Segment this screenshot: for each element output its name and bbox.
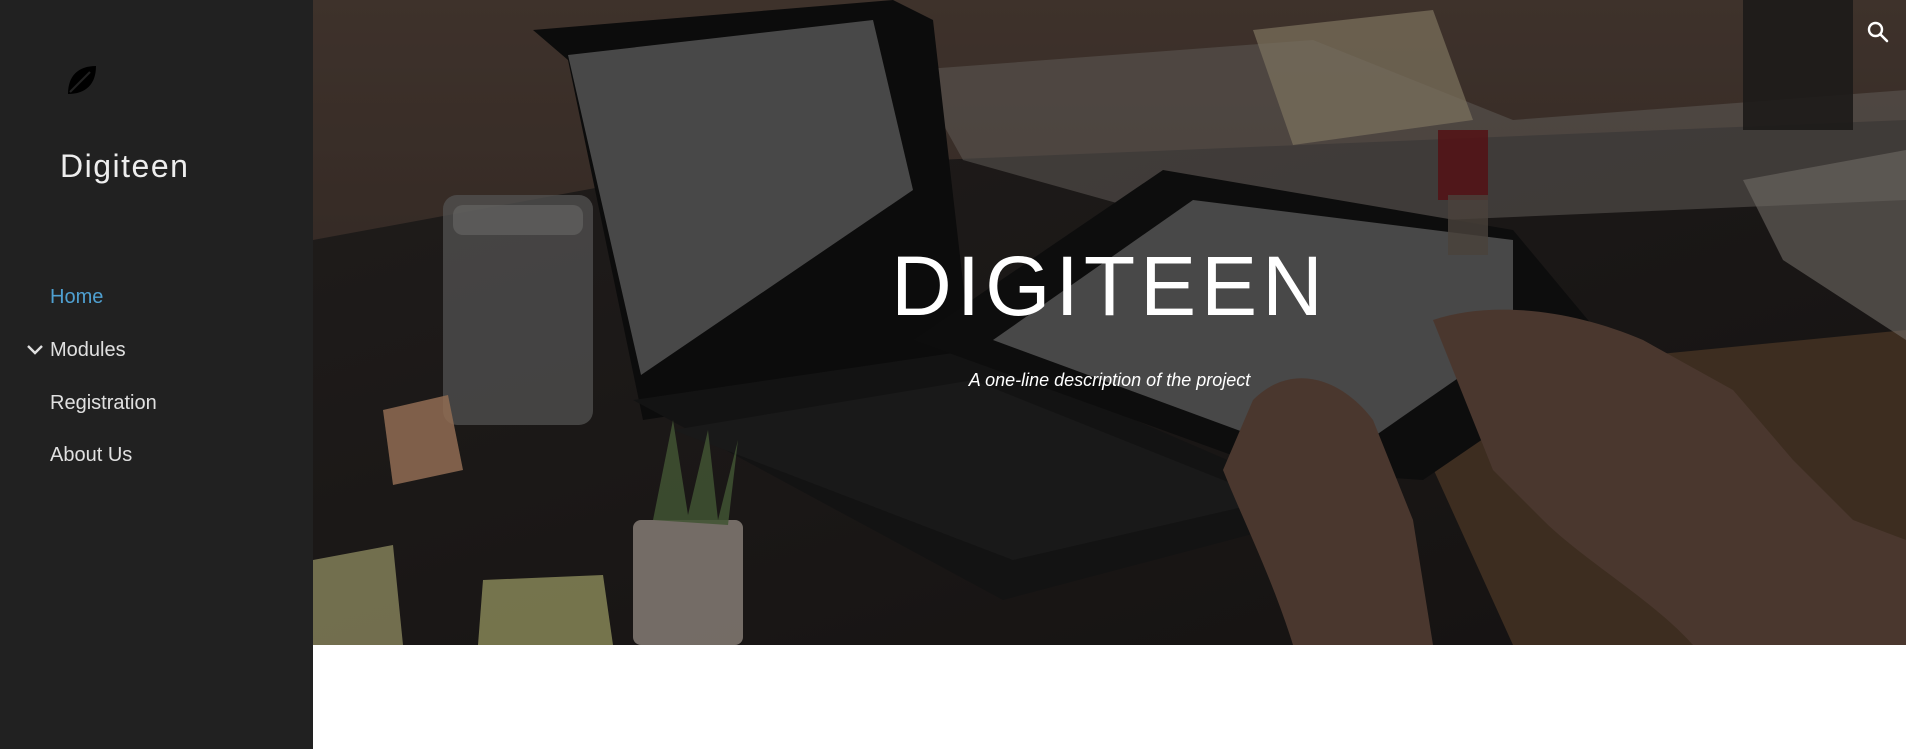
sidebar-item-about-us[interactable]: About Us [50,435,132,475]
sidebar-item-modules[interactable]: Modules [50,330,126,370]
sidebar: Digiteen Home Modules Registration About… [0,0,313,749]
page-content [313,645,1906,749]
search-icon [1867,21,1889,43]
hero-subtitle: A one-line description of the project [968,370,1251,390]
sidebar-item-home[interactable]: Home [50,277,103,317]
sidebar-item-registration[interactable]: Registration [50,383,157,423]
search-button[interactable] [1860,14,1896,50]
hero-banner: DIGITEEN A one-line description of the p… [313,0,1906,645]
leaf-icon[interactable] [64,62,100,98]
hero-title: DIGITEEN [891,239,1328,333]
site-title[interactable]: Digiteen [60,148,189,185]
chevron-down-icon[interactable] [26,330,44,370]
